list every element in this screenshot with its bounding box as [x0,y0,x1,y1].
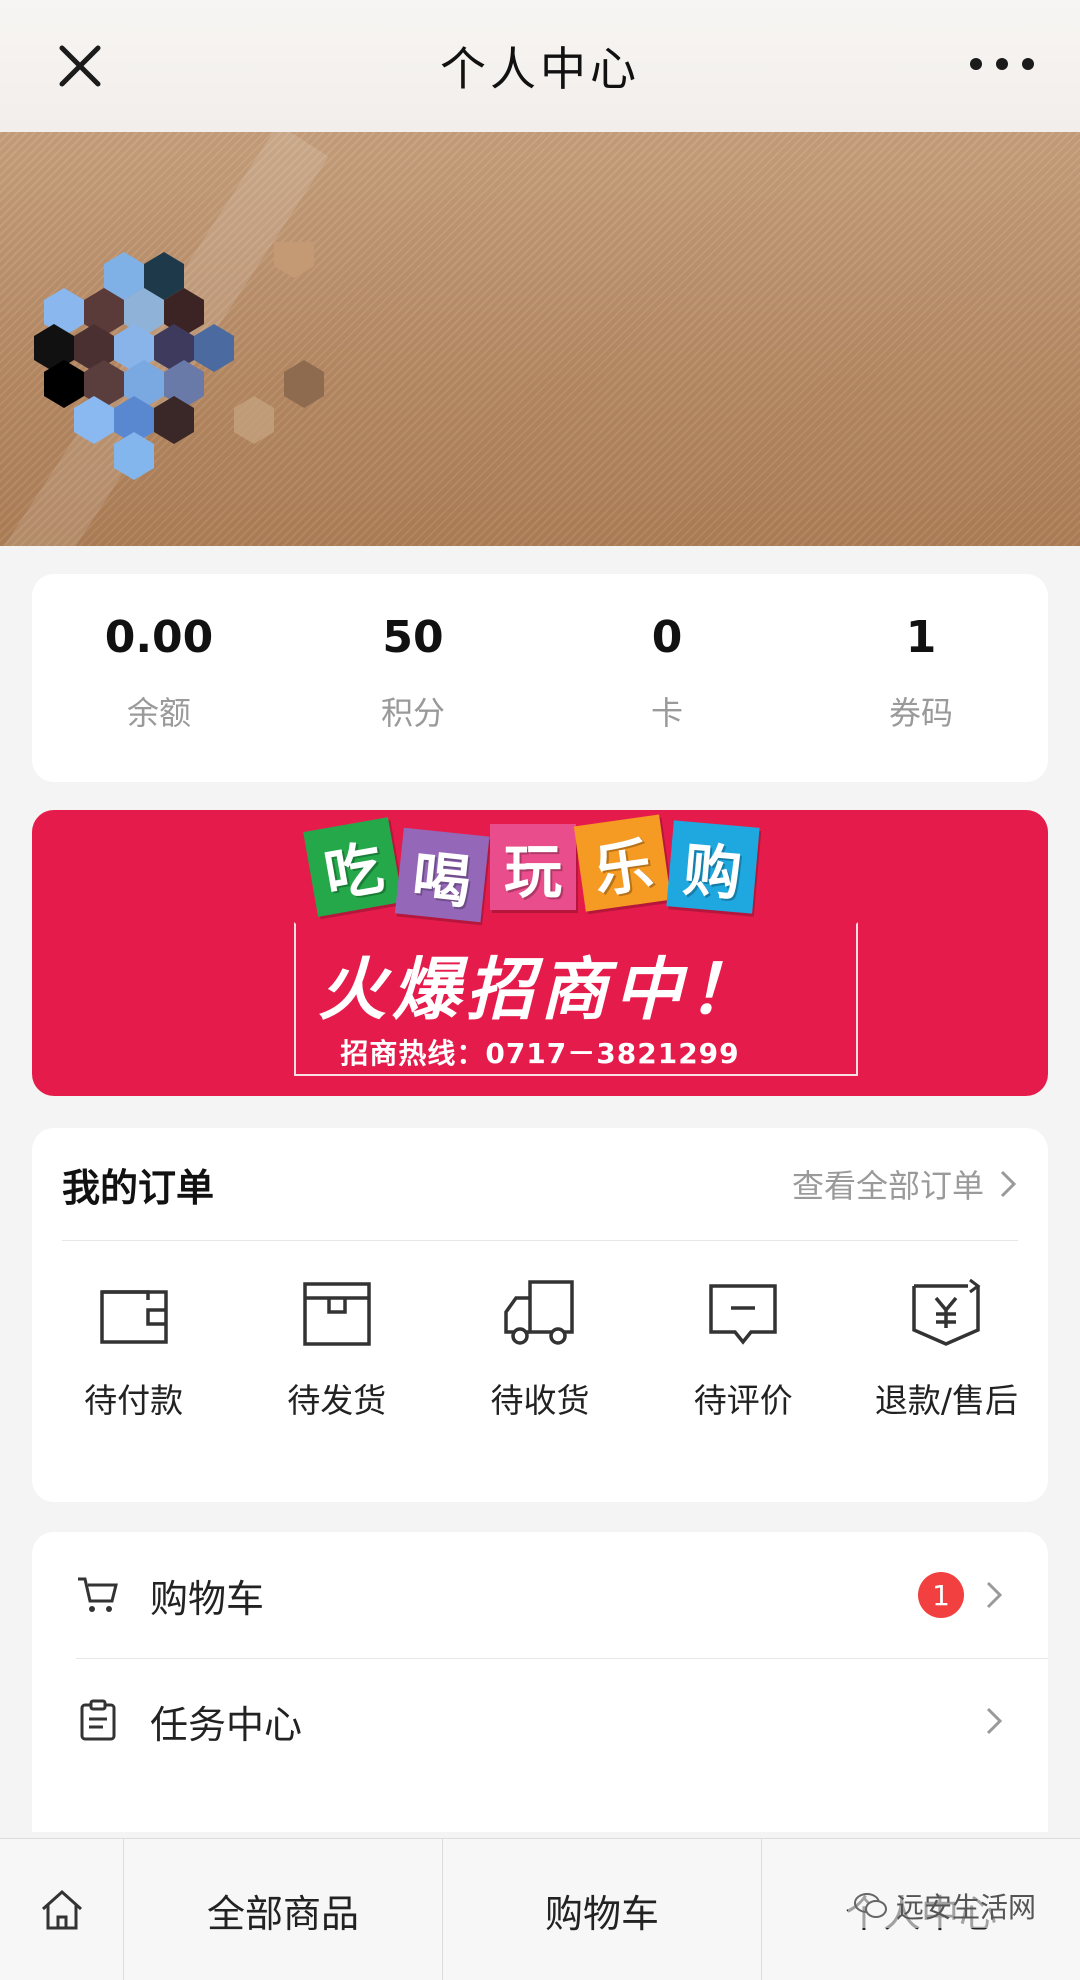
menu-item-cart[interactable]: 购物车 1 [32,1532,1048,1658]
ad-tiles: 吃 喝 玩 乐 购 [303,814,760,923]
order-status-row: 待付款 待发货 待收货 待评价 退款/售后 [32,1258,1048,1478]
menu-item-task-center[interactable]: 任务中心 [32,1658,1048,1784]
view-all-orders-link[interactable]: 查看全部订单 [792,1161,1018,1207]
more-dot [996,58,1008,70]
tab-all-products[interactable]: 全部商品 [124,1839,443,1980]
order-status-label: 待评价 [693,1381,793,1420]
order-pending-shipment[interactable]: 待发货 [235,1258,438,1478]
wallet-icon [99,1290,168,1344]
page-title: 个人中心 [440,42,640,96]
orders-header: 我的订单 查看全部订单 [62,1128,1018,1241]
order-status-label: 待收货 [490,1381,590,1420]
stat-label: 余额 [126,694,191,732]
cart-count-badge: 1 [918,1572,964,1618]
merchant-recruitment-banner[interactable]: 吃 喝 玩 乐 购 火爆招商中！ 招商热线：0717－3821299 [32,810,1048,1096]
stat-coupons[interactable]: 1 券码 [794,574,1048,782]
box-icon [303,1282,371,1346]
menu-item-right [984,1658,1004,1784]
stat-value: 0.00 [104,612,214,663]
ad-tile: 购 [666,820,760,914]
menu-item-label: 任务中心 [150,1702,303,1747]
menu-item-label: 购物车 [150,1576,265,1621]
wechat-icon [853,1893,887,1918]
my-orders-card: 我的订单 查看全部订单 待付款 待发货 待收货 待评价 退款/售后 [32,1128,1048,1502]
profile-banner [0,132,1080,546]
ad-tile: 喝 [394,827,490,923]
account-stats-card: 0.00 余额 50 积分 0 卡 1 券码 [32,574,1048,782]
close-icon [59,45,101,87]
refund-icon [912,1278,981,1346]
top-navigation-bar: 个人中心 [0,0,1080,132]
order-pending-payment[interactable]: 待付款 [32,1258,235,1478]
stat-value: 50 [382,612,444,663]
ad-tile: 乐 [573,814,672,912]
personal-center-page: 个人中心 0.00 余额 50 积分 0 卡 1 券码 吃 喝 玩 乐 购 火爆… [0,0,1080,1980]
view-all-orders-label: 查看全部订单 [791,1167,984,1205]
menu-item-right: 1 [918,1532,1004,1658]
ad-hotline: 招商热线：0717－3821299 [340,1037,740,1070]
stat-value: 1 [905,612,937,663]
more-dot [1022,58,1034,70]
tab-cart[interactable]: 购物车 [443,1839,762,1980]
home-icon [41,1889,82,1930]
stat-value: 0 [651,612,683,663]
order-pending-receipt[interactable]: 待收货 [438,1258,641,1478]
close-button[interactable] [56,42,104,90]
stat-cards[interactable]: 0 卡 [540,574,794,782]
chevron-right-icon [986,1581,1003,1609]
chevron-right-icon [986,1707,1003,1735]
ad-tile: 玩 [490,824,576,910]
tab-home[interactable] [0,1839,124,1980]
watermark: 远安生活网 [847,1884,1042,1928]
ad-headline: 火爆招商中！ [317,951,762,1030]
ad-tile: 吃 [303,817,403,917]
truck-icon [504,1280,574,1345]
order-status-label: 退款/售后 [874,1381,1018,1420]
more-dots-icon [970,58,982,70]
orders-title: 我的订单 [62,1165,215,1210]
cart-icon [78,1577,118,1612]
menu-list: 购物车 1 任务中心 [32,1532,1048,1832]
order-refund-aftersale[interactable]: 退款/售后 [845,1258,1048,1478]
order-status-label: 待发货 [287,1381,387,1420]
avatar[interactable] [34,242,394,502]
stat-label: 积分 [380,694,445,732]
avatar-mosaic-icon [34,242,324,480]
stat-balance[interactable]: 0.00 余额 [32,574,286,782]
order-pending-review[interactable]: 待评价 [642,1258,845,1478]
comment-icon [709,1284,777,1345]
stat-label: 券码 [888,694,953,732]
stat-label: 卡 [650,694,683,732]
chevron-right-icon [1000,1170,1017,1198]
more-options-button[interactable] [970,40,1034,88]
watermark-text: 远安生活网 [895,1891,1036,1924]
clipboard-icon [80,1699,116,1741]
stat-points[interactable]: 50 积分 [286,574,540,782]
order-status-label: 待付款 [84,1381,184,1420]
